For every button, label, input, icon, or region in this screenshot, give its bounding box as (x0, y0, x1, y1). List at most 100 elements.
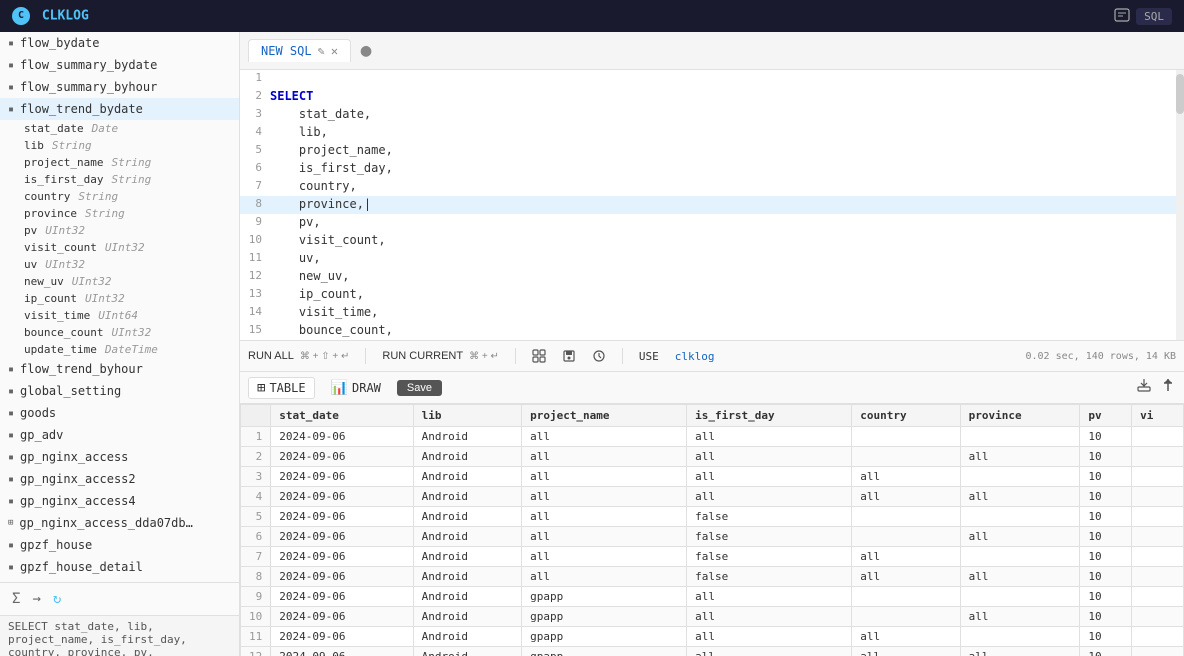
sidebar-item-gpzf-house-detail[interactable]: ▪ gpzf_house_detail (0, 556, 239, 578)
col-header-province: province (960, 405, 1080, 427)
run-all-button[interactable]: RUN ALL ⌘ + ⇧ + ↵ (248, 350, 349, 362)
table-row: 6 2024-09-06 Android all false all 10 (241, 527, 1184, 547)
col-header-stat-date: stat_date (271, 405, 413, 427)
cell-vi (1132, 427, 1184, 447)
cell-rownum: 2 (241, 447, 271, 467)
table-icon: ▪ (8, 364, 14, 375)
history-button[interactable] (592, 349, 606, 363)
cell-rownum: 1 (241, 427, 271, 447)
cell-province: all (960, 647, 1080, 656)
fullscreen-button[interactable] (532, 349, 546, 363)
cell-is-first-day: false (687, 527, 852, 547)
tab-bar: NEW SQL ✎ ✕ ● (240, 32, 1184, 70)
cell-country: all (852, 467, 960, 487)
cell-rownum: 4 (241, 487, 271, 507)
sql-badge: SQL (1136, 8, 1172, 25)
top-bar-right: SQL (1114, 7, 1172, 26)
schema-lib: lib String (0, 137, 239, 154)
cell-pv: 10 (1080, 567, 1132, 587)
table-row: 8 2024-09-06 Android all false all all 1… (241, 567, 1184, 587)
cell-country: all (852, 647, 960, 656)
cell-pv: 10 (1080, 507, 1132, 527)
pin-icon (1160, 377, 1176, 393)
cell-lib: Android (413, 427, 521, 447)
cell-stat-date: 2024-09-06 (271, 507, 413, 527)
tab-add-button[interactable]: ● (355, 40, 377, 62)
tab-close-icon[interactable]: ✕ (331, 44, 338, 58)
cell-country (852, 507, 960, 527)
table-view-tab[interactable]: ⊞ TABLE (248, 377, 315, 399)
tab-label: NEW SQL (261, 44, 312, 58)
cell-rownum: 3 (241, 467, 271, 487)
sidebar-item-global-setting[interactable]: ▪ global_setting (0, 380, 239, 402)
editor-line-9: 9 pv, (240, 214, 1184, 232)
cell-province (960, 547, 1080, 567)
sidebar-item-flow-summary-bydate[interactable]: ▪ flow_summary_bydate (0, 54, 239, 76)
sidebar-item-flow-summary-byhour[interactable]: ▪ flow_summary_byhour (0, 76, 239, 98)
cell-is-first-day: false (687, 547, 852, 567)
table-icon: ▪ (8, 452, 14, 463)
chart-icon: 📊 (331, 380, 348, 396)
cell-stat-date: 2024-09-06 (271, 607, 413, 627)
tab-edit-icon[interactable]: ✎ (318, 44, 325, 58)
cell-is-first-day: false (687, 507, 852, 527)
cell-province (960, 507, 1080, 527)
sidebar-item-gp-nginx-access-long[interactable]: ⊞ gp_nginx_access_dda07db4_56fb_... (0, 512, 239, 534)
cell-lib: Android (413, 627, 521, 647)
query-stats: 0.02 sec, 140 rows, 14 KB (1025, 351, 1176, 362)
col-header-pv: pv (1080, 405, 1132, 427)
cell-country (852, 427, 960, 447)
sidebar-item-gpzf-house[interactable]: ▪ gpzf_house (0, 534, 239, 556)
sidebar-item-gp-nginx-access4[interactable]: ▪ gp_nginx_access4 (0, 490, 239, 512)
fullscreen-icon (532, 349, 546, 363)
cell-lib: Android (413, 487, 521, 507)
sidebar-item-gp-nginx-access[interactable]: ▪ gp_nginx_access (0, 446, 239, 468)
sigma-icon[interactable]: Σ (12, 591, 20, 607)
cell-pv: 10 (1080, 527, 1132, 547)
sidebar-item-flow-bydate[interactable]: ▪ flow_bydate (0, 32, 239, 54)
cell-province (960, 427, 1080, 447)
sidebar-item-flow-trend-byhour[interactable]: ▪ flow_trend_byhour (0, 358, 239, 380)
cell-rownum: 6 (241, 527, 271, 547)
results-table-wrapper: stat_date lib project_name is_first_day … (240, 404, 1184, 656)
refresh-icon[interactable]: ↻ (53, 591, 61, 607)
sidebar-item-goods[interactable]: ▪ goods (0, 402, 239, 424)
sql-editor[interactable]: 1 2 SELECT 3 stat_date, 4 lib, (240, 70, 1184, 340)
cell-lib: Android (413, 587, 521, 607)
schema-uv: uv UInt32 (0, 256, 239, 273)
table-icon: ▪ (8, 408, 14, 419)
schema-update-time: update_time DateTime (0, 341, 239, 358)
arrow-icon[interactable]: → (32, 591, 40, 607)
sidebar-item-gp-adv[interactable]: ▪ gp_adv (0, 424, 239, 446)
save-button[interactable] (562, 349, 576, 363)
export-button[interactable] (1136, 377, 1152, 398)
editor-toolbar: RUN ALL ⌘ + ⇧ + ↵ RUN CURRENT ⌘ + ↵ (240, 340, 1184, 372)
editor-line-12: 12 new_uv, (240, 268, 1184, 286)
cell-vi (1132, 527, 1184, 547)
cell-rownum: 11 (241, 627, 271, 647)
cell-pv: 10 (1080, 647, 1132, 656)
sql-tab[interactable]: NEW SQL ✎ ✕ (248, 39, 351, 62)
cell-pv: 10 (1080, 467, 1132, 487)
cell-project-name: gpapp (522, 627, 687, 647)
editor-line-5: 5 project_name, (240, 142, 1184, 160)
cell-province (960, 587, 1080, 607)
sidebar-item-gp-nginx-access2[interactable]: ▪ gp_nginx_access2 (0, 468, 239, 490)
sidebar-item-flow-trend-bydate[interactable]: ▪ flow_trend_bydate (0, 98, 239, 120)
cell-country (852, 587, 960, 607)
cell-pv: 10 (1080, 547, 1132, 567)
pin-button[interactable] (1160, 377, 1176, 398)
table-icon: ▪ (8, 386, 14, 397)
cell-vi (1132, 547, 1184, 567)
draw-view-tab[interactable]: 📊 DRAW (323, 378, 389, 398)
cell-project-name: all (522, 567, 687, 587)
results-save-button[interactable]: Save (397, 380, 442, 396)
cell-pv: 10 (1080, 447, 1132, 467)
cell-stat-date: 2024-09-06 (271, 427, 413, 447)
run-current-button[interactable]: RUN CURRENT ⌘ + ↵ (382, 350, 498, 362)
cell-pv: 10 (1080, 607, 1132, 627)
save-tooltip-container: Save (397, 380, 442, 396)
table-icon: ▪ (8, 562, 14, 573)
schema-ip-count: ip_count UInt32 (0, 290, 239, 307)
table-tab-label: TABLE (269, 381, 305, 395)
